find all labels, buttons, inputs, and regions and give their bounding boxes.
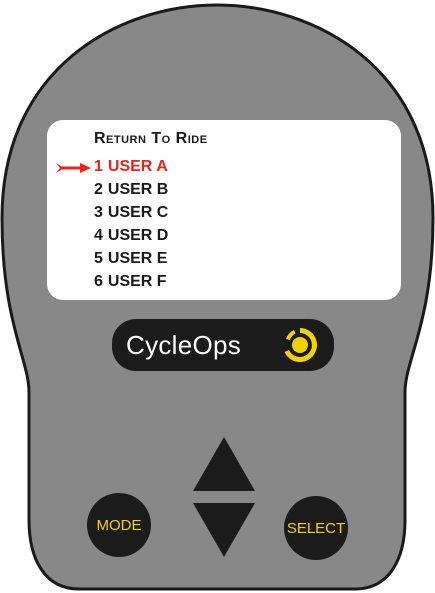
user-item-number: 6 bbox=[94, 273, 103, 290]
mode-button-label: MODE bbox=[96, 516, 142, 534]
user-item-e[interactable]: 5 USER E bbox=[94, 247, 168, 270]
user-item-a[interactable]: 1 USER A bbox=[94, 155, 168, 178]
user-item-d[interactable]: 4 USER D bbox=[94, 224, 168, 247]
swirl-logo-icon bbox=[284, 328, 317, 362]
user-item-number: 2 bbox=[94, 181, 103, 198]
logo-text: CycleOps bbox=[126, 330, 242, 360]
select-button[interactable]: SELECT bbox=[284, 496, 348, 560]
down-arrow-button[interactable] bbox=[193, 503, 255, 557]
user-item-number: 1 bbox=[94, 158, 103, 175]
user-item-label: USER F bbox=[107, 273, 167, 290]
mode-button[interactable]: MODE bbox=[87, 493, 151, 557]
cycle-computer: Return To Ride 1 USER A 2 USER B 3 USER C 4… bbox=[0, 0, 435, 593]
user-item-b[interactable]: 2 USER B bbox=[94, 178, 168, 201]
select-button-label: SELECT bbox=[286, 519, 346, 537]
selection-arrow-icon bbox=[56, 163, 91, 173]
triangle-up-icon bbox=[193, 437, 255, 491]
user-item-c[interactable]: 3 USER C bbox=[94, 201, 168, 224]
lcd-screen: Return To Ride 1 USER A 2 USER B 3 USER C 4… bbox=[47, 120, 401, 300]
user-item-f[interactable]: 6 USER F bbox=[94, 270, 168, 293]
user-item-number: 3 bbox=[94, 204, 103, 221]
brand-logo: CycleOps bbox=[112, 319, 334, 371]
user-item-number: 4 bbox=[94, 227, 103, 244]
up-arrow-button[interactable] bbox=[193, 437, 255, 491]
triangle-down-icon bbox=[193, 503, 255, 557]
user-list: 1 USER A 2 USER B 3 USER C 4 USER D 5 USER E … bbox=[94, 155, 168, 293]
user-item-label: USER D bbox=[107, 227, 169, 244]
user-item-label: USER E bbox=[107, 250, 168, 267]
user-item-number: 5 bbox=[94, 250, 103, 267]
menu-title: Return To Ride bbox=[94, 130, 208, 147]
user-item-label: USER A bbox=[107, 158, 168, 175]
user-item-label: USER C bbox=[107, 204, 169, 221]
user-item-label: USER B bbox=[107, 181, 169, 198]
